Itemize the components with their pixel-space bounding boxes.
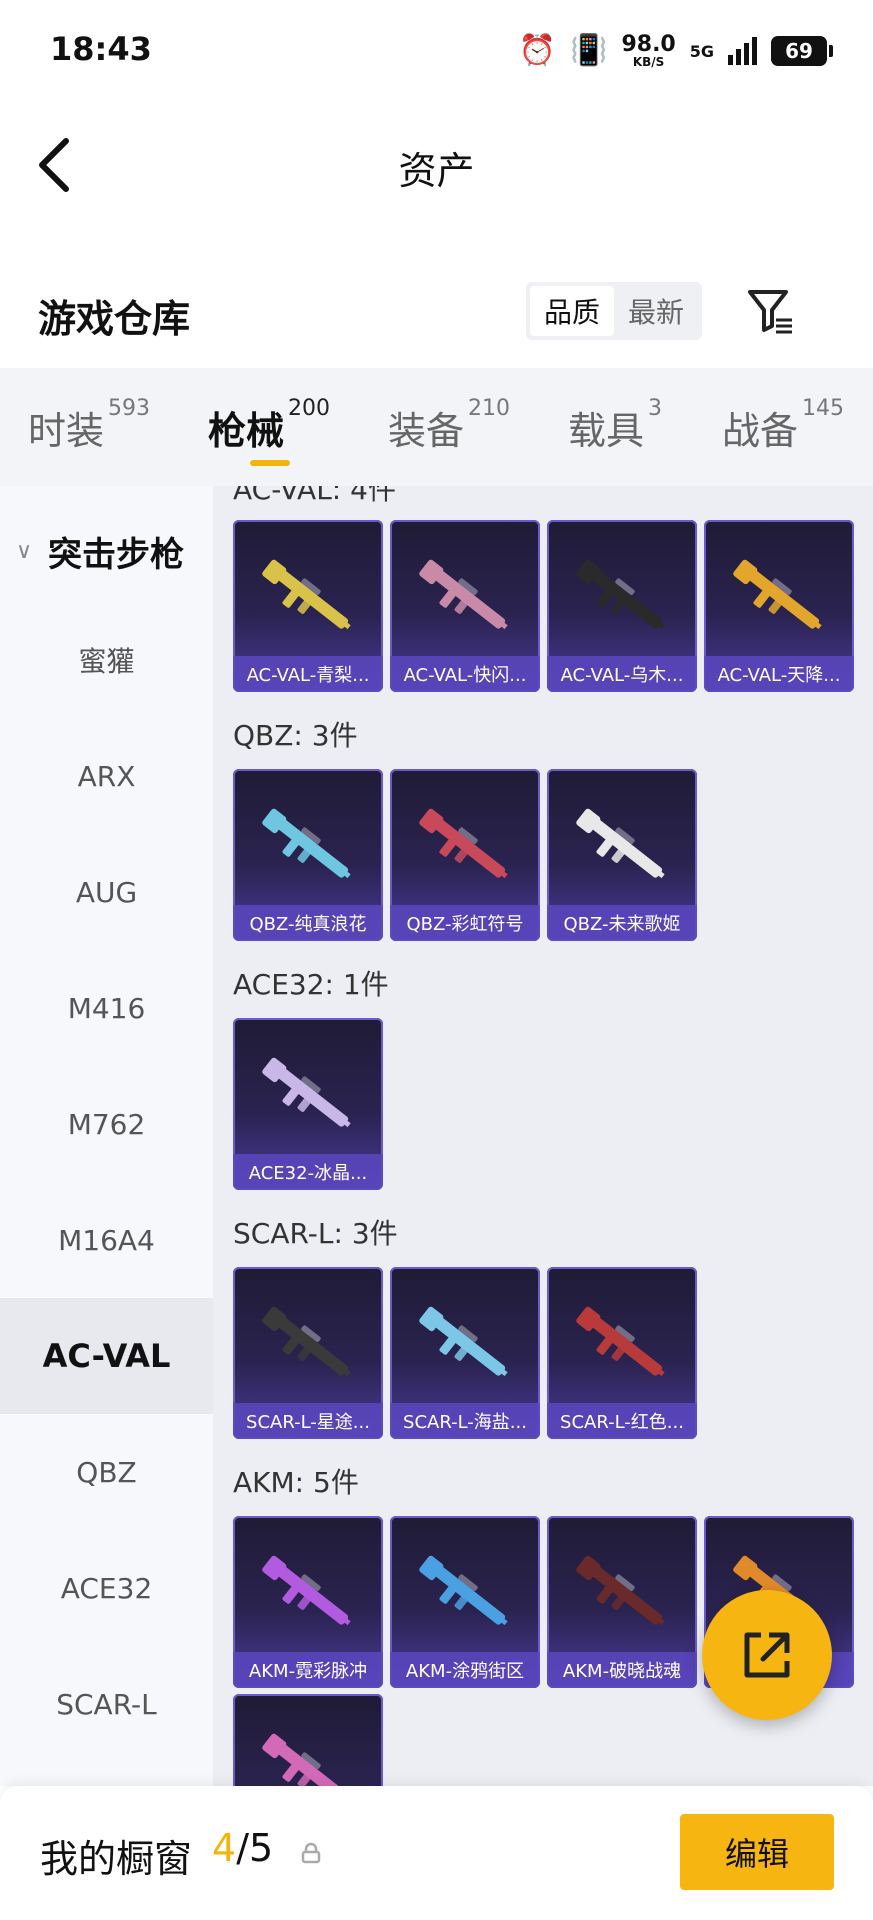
sort-toggle: 品质 最新 xyxy=(526,282,702,340)
skin-card[interactable]: SCAR-L-红色... xyxy=(547,1267,697,1439)
tab-indicator xyxy=(250,460,290,466)
rifle-icon xyxy=(576,559,665,630)
rifle-icon xyxy=(419,1555,508,1626)
tab-equipment[interactable]: 装备210 xyxy=(388,396,510,455)
status-time: 18:43 xyxy=(50,30,152,68)
skin-card[interactable]: ACE32-冰晶... xyxy=(233,1018,383,1190)
skin-card[interactable]: QBZ-未来歌姬 xyxy=(547,769,697,941)
section-title: AKM: 5件 xyxy=(233,1466,359,1499)
rifle-icon xyxy=(576,1306,665,1377)
tab-vehicles[interactable]: 载具3 xyxy=(568,396,662,455)
sidebar-item[interactable]: M762 xyxy=(0,1066,213,1182)
skin-card[interactable]: AC-VAL-青梨... xyxy=(233,520,383,692)
showcase-bar: 我的橱窗 4/5 编辑 xyxy=(0,1786,873,1920)
rifle-icon xyxy=(419,559,508,630)
skin-card[interactable]: AKM-霓彩脉冲 xyxy=(233,1516,383,1688)
page-title: 资产 xyxy=(398,149,475,193)
net-speed: 98.0 KB/S xyxy=(621,32,676,69)
sidebar-item[interactable]: 蜜獾 xyxy=(0,602,213,718)
status-bar: 18:43 ⏰ 📳 98.0 KB/S 5G 69 xyxy=(0,0,873,100)
weapon-type-sidebar: ∨ 突击步枪 蜜獾 ARX AUG M416 M762 M16A4 AC-VAL… xyxy=(0,486,213,1786)
filter-button[interactable] xyxy=(746,286,796,336)
rifle-icon xyxy=(733,559,822,630)
edit-button[interactable]: 编辑 xyxy=(680,1814,834,1890)
filter-icon xyxy=(748,290,792,334)
section-title: SCAR-L: 3件 xyxy=(233,1217,398,1250)
skin-card[interactable]: QBZ-彩虹符号 xyxy=(390,769,540,941)
sort-newest[interactable]: 最新 xyxy=(614,286,698,336)
chevron-down-icon: ∨ xyxy=(16,538,33,564)
section-title: AC-VAL: 4件 xyxy=(233,486,396,506)
sidebar-item[interactable]: ACE32 xyxy=(0,1530,213,1646)
section-title: QBZ: 3件 xyxy=(233,719,358,752)
tab-firearms[interactable]: 枪械200 xyxy=(208,396,330,455)
share-icon xyxy=(744,1632,790,1678)
showcase-count: 4/5 xyxy=(212,1826,274,1870)
lock-icon xyxy=(301,1842,321,1864)
rifle-icon xyxy=(262,559,351,630)
warehouse-title: 游戏仓库 xyxy=(38,297,191,341)
battery-icon: 69 xyxy=(771,36,833,66)
showcase-label: 我的橱窗 xyxy=(40,1837,193,1881)
vibrate-icon: 📳 xyxy=(570,33,608,68)
skin-card[interactable]: AC-VAL-快闪... xyxy=(390,520,540,692)
category-tabs: 时装593 枪械200 装备210 载具3 战备145 xyxy=(0,368,873,486)
sidebar-item-selected[interactable]: AC-VAL xyxy=(0,1298,213,1414)
rifle-icon xyxy=(262,1306,351,1377)
rifle-icon xyxy=(419,808,508,879)
rifle-icon xyxy=(576,808,665,879)
skin-card[interactable]: AKM-破晓战魂 xyxy=(547,1516,697,1688)
rifle-icon xyxy=(262,1057,351,1128)
skin-card[interactable] xyxy=(233,1694,383,1786)
sidebar-item[interactable]: QBZ xyxy=(0,1414,213,1530)
skin-card[interactable]: SCAR-L-海盐... xyxy=(390,1267,540,1439)
tab-supplies[interactable]: 战备145 xyxy=(722,396,844,455)
skin-card[interactable]: AKM-涂鸦街区 xyxy=(390,1516,540,1688)
alarm-icon: ⏰ xyxy=(518,33,557,68)
tab-costumes[interactable]: 时装593 xyxy=(28,396,150,455)
rifle-icon xyxy=(262,808,351,879)
skin-card[interactable]: SCAR-L-星途... xyxy=(233,1267,383,1439)
rifle-icon xyxy=(262,1733,351,1786)
skin-card[interactable]: AC-VAL-乌木... xyxy=(547,520,697,692)
signal-icon xyxy=(728,37,757,65)
sidebar-item[interactable]: SCAR-L xyxy=(0,1646,213,1762)
network-type: 5G xyxy=(689,41,714,61)
sidebar-group-assault-rifles[interactable]: ∨ 突击步枪 xyxy=(0,526,213,576)
rifle-icon xyxy=(576,1555,665,1626)
sort-quality[interactable]: 品质 xyxy=(530,286,614,336)
skin-card[interactable]: QBZ-纯真浪花 xyxy=(233,769,383,941)
sidebar-item[interactable]: ARX xyxy=(0,718,213,834)
sidebar-item[interactable]: M16A4 xyxy=(0,1182,213,1298)
rifle-icon xyxy=(262,1555,351,1626)
sidebar-item[interactable]: AUG xyxy=(0,834,213,950)
share-button[interactable] xyxy=(702,1590,832,1720)
rifle-icon xyxy=(419,1306,508,1377)
section-title: ACE32: 1件 xyxy=(233,968,389,1001)
sidebar-item[interactable]: M416 xyxy=(0,950,213,1066)
skin-card[interactable]: AC-VAL-天降... xyxy=(704,520,854,692)
